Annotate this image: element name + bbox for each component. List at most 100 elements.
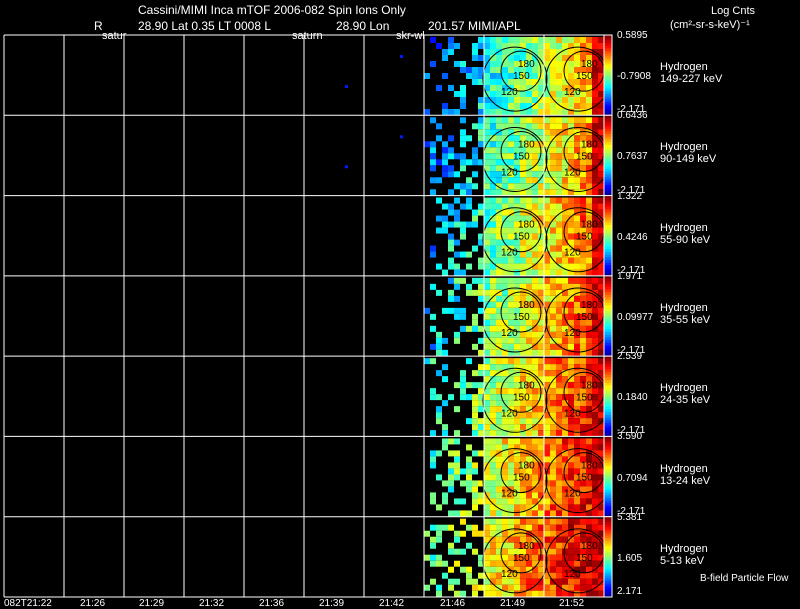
heatmap-cell (568, 382, 574, 389)
heatmap-cell (568, 313, 574, 320)
heatmap-cell (460, 530, 466, 537)
heatmap-cell (550, 560, 556, 567)
x-tick-label: 21:52 (559, 598, 585, 609)
heatmap-cell (556, 37, 562, 43)
heatmap-cell (454, 430, 460, 437)
x-tick-label: 21:42 (379, 598, 405, 609)
heatmap-cell (490, 566, 496, 573)
heatmap-cell (484, 283, 490, 290)
heatmap-cell (526, 337, 532, 344)
heatmap-cell (472, 412, 478, 419)
panel-species-label: Hydrogen (660, 382, 708, 395)
heatmap-cell (490, 197, 496, 204)
heatmap-cell (538, 349, 544, 356)
heatmap-cell (484, 73, 490, 79)
heatmap-cell (550, 233, 556, 240)
heatmap-cell (484, 510, 490, 517)
heatmap-cell (514, 37, 520, 43)
heatmap-cell (448, 49, 454, 55)
heatmap-cell (430, 325, 436, 332)
heatmap-cell (598, 349, 604, 356)
heatmap-cell (442, 498, 448, 505)
heatmap-cell (574, 424, 580, 431)
panel-energy-label: 149-227 keV (660, 73, 723, 86)
heatmap-cell (454, 438, 460, 445)
heatmap-cell (484, 370, 490, 377)
ring-label: 150 (513, 71, 530, 82)
heatmap-cell (502, 456, 508, 463)
heatmap-cell (526, 97, 532, 103)
heatmap-cell (490, 301, 496, 308)
heatmap-cell (562, 117, 568, 124)
heatmap-cell (490, 239, 496, 246)
heatmap-cell (490, 438, 496, 445)
heatmap-cell (526, 283, 532, 290)
heatmap-cell (508, 197, 514, 204)
heatmap-cell (574, 197, 580, 204)
heatmap-cell (538, 524, 544, 531)
heatmap-cell (472, 313, 478, 320)
heatmap-cell (520, 331, 526, 338)
heatmap-cell (544, 376, 550, 383)
heatmap-cell (526, 492, 532, 499)
heatmap-cell (526, 91, 532, 97)
heatmap-cell (448, 584, 454, 591)
heatmap-cell (484, 123, 490, 130)
heatmap-cell (460, 468, 466, 475)
heatmap-cell (556, 165, 562, 172)
heatmap-cell (472, 424, 478, 431)
heatmap-cell (448, 524, 454, 531)
heatmap-cell (514, 518, 520, 525)
heatmap-cell (436, 159, 442, 166)
heatmap-cell (454, 183, 460, 190)
heatmap-cell (502, 504, 508, 511)
heatmap-cell (592, 430, 598, 437)
heatmap-cell (568, 504, 574, 511)
heatmap-cell (592, 153, 598, 160)
heatmap-cell (586, 37, 592, 43)
heatmap-cell (544, 349, 550, 356)
heatmap-cell (550, 590, 556, 597)
heatmap-cell (478, 263, 484, 270)
heatmap-cell (472, 209, 478, 216)
heatmap-cell (454, 91, 460, 97)
heatmap-cell (484, 263, 490, 270)
ring-label: 120 (501, 167, 518, 178)
heatmap-cell (550, 135, 556, 142)
heatmap-cell (502, 103, 508, 109)
heatmap-cell (532, 394, 538, 401)
heatmap-cell (430, 358, 436, 365)
heatmap-cell (556, 542, 562, 549)
heatmap-cell (478, 283, 484, 290)
colorbar-max-label: 0.5895 (617, 30, 648, 41)
heatmap-cell (538, 189, 544, 196)
heatmap-cell (466, 289, 472, 296)
heatmap-cell (568, 388, 574, 395)
heatmap-cell (442, 165, 448, 172)
colorbar-mid-label: 1.605 (617, 552, 643, 564)
ring-label: 120 (564, 328, 581, 339)
heatmap-cell (544, 43, 550, 49)
heatmap-cell (520, 584, 526, 591)
heatmap-cell (562, 43, 568, 49)
heatmap-cell (514, 510, 520, 517)
heatmap-cell (478, 103, 484, 109)
heatmap-cell (472, 530, 478, 537)
heatmap-cell (568, 263, 574, 270)
heatmap-cell (478, 203, 484, 210)
heatmap-cell (448, 510, 454, 517)
heatmap-cell (580, 37, 586, 43)
heatmap-cell (430, 37, 436, 43)
heatmap-cell (556, 233, 562, 240)
heatmap-cell (574, 269, 580, 276)
heatmap-cell (556, 221, 562, 228)
heatmap-cell (430, 542, 436, 549)
heatmap-cell (580, 209, 586, 216)
heatmap-cell (580, 177, 586, 184)
heatmap-cell (484, 504, 490, 511)
heatmap-cell (556, 147, 562, 154)
ring-label: 180 (581, 461, 598, 472)
heatmap-cell (532, 590, 538, 597)
heatmap-cell (562, 227, 568, 234)
heatmap-cell (490, 171, 496, 178)
